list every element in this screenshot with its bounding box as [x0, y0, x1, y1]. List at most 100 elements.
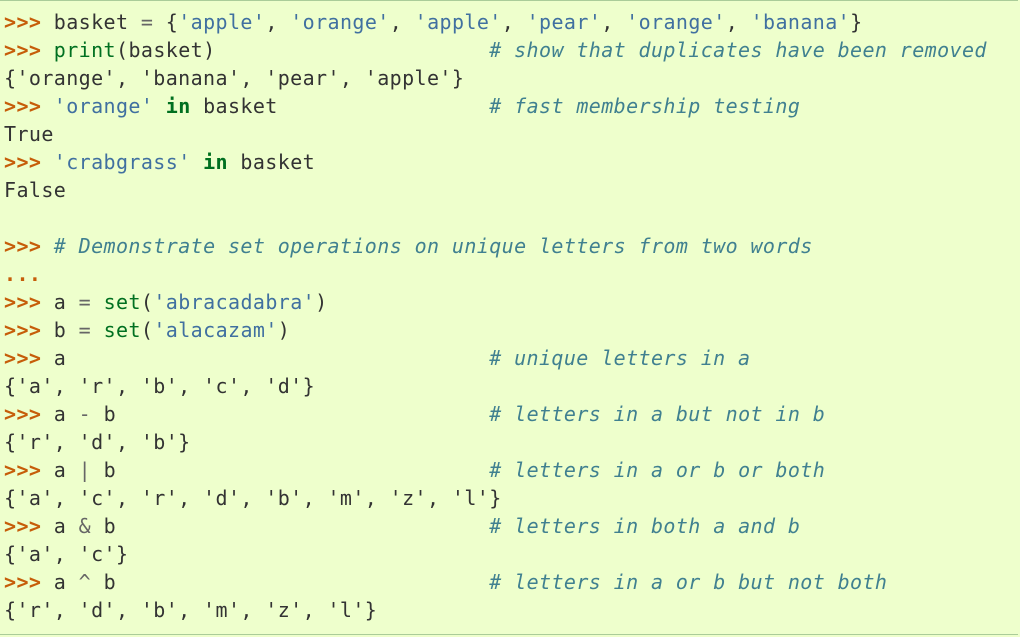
- input-line: >>> b = set('alacazam'): [4, 316, 1018, 344]
- comment: # letters in a but not in b: [489, 402, 826, 426]
- code-text: ,: [601, 10, 627, 34]
- input-line: >>> 'crabgrass' in basket: [4, 148, 1018, 176]
- keyword: in: [165, 94, 191, 118]
- code-text: a: [53, 346, 490, 370]
- comment: # fast membership testing: [489, 94, 801, 118]
- input-line: >>> a & b # letters in both a and b: [4, 512, 1018, 540]
- code-text: b: [91, 458, 490, 482]
- code-text: ): [277, 318, 291, 342]
- output-text: {'orange', 'banana', 'pear', 'apple'}: [4, 66, 465, 90]
- string-literal: 'banana': [750, 10, 851, 34]
- code-text: b: [53, 318, 79, 342]
- prompt-marker: >>>: [4, 514, 42, 538]
- code-text: b: [91, 514, 490, 538]
- prompt-marker: >>>: [4, 234, 42, 258]
- comment: # letters in a or b or both: [489, 458, 826, 482]
- code-text: a: [53, 514, 79, 538]
- output-text: {'r', 'd', 'b', 'm', 'z', 'l'}: [4, 598, 378, 622]
- output-text: {'a', 'c'}: [4, 542, 129, 566]
- string-literal: 'apple': [178, 10, 266, 34]
- code-text: b: [91, 570, 490, 594]
- code-text: ,: [265, 10, 291, 34]
- string-literal: 'orange': [626, 10, 726, 34]
- code-text: b: [91, 402, 490, 426]
- prompt-marker: >>>: [4, 458, 42, 482]
- string-literal: 'alacazam': [153, 318, 278, 342]
- code-text: (basket): [116, 38, 490, 62]
- string-literal: 'apple': [414, 10, 502, 34]
- code-text: }: [850, 10, 863, 34]
- input-line: >>> a = set('abracadabra'): [4, 288, 1018, 316]
- code-text: ,: [501, 10, 527, 34]
- output-text: {'r', 'd', 'b'}: [4, 430, 191, 454]
- code-text: (: [140, 318, 154, 342]
- output-line: {'a', 'c'}: [4, 540, 1018, 568]
- output-line: {'a', 'c', 'r', 'd', 'b', 'm', 'z', 'l'}: [4, 484, 1018, 512]
- operator: |: [78, 458, 92, 482]
- operator: ^: [78, 570, 92, 594]
- continuation-line: ...: [4, 260, 1018, 288]
- prompt-marker: >>>: [4, 290, 42, 314]
- code-text: a: [53, 402, 79, 426]
- input-line: >>> a - b # letters in a but not in b: [4, 400, 1018, 428]
- prompt-marker: >>>: [4, 10, 42, 34]
- string-literal: 'orange': [290, 10, 390, 34]
- string-literal: 'orange': [53, 94, 154, 118]
- code-text: (: [140, 290, 154, 314]
- output-text: {'a', 'c', 'r', 'd', 'b', 'm', 'z', 'l'}: [4, 486, 502, 510]
- prompt-marker: >>>: [4, 38, 42, 62]
- prompt-marker: >>>: [4, 402, 42, 426]
- code-text: ): [315, 290, 328, 314]
- input-line: >>> a | b # letters in a or b or both: [4, 456, 1018, 484]
- code-text: ,: [725, 10, 751, 34]
- code-text: {: [153, 10, 179, 34]
- string-literal: 'pear': [526, 10, 602, 34]
- output-line: {'r', 'd', 'b'}: [4, 428, 1018, 456]
- input-line: >>> a # unique letters in a: [4, 344, 1018, 372]
- input-line: >>> 'orange' in basket # fast membership…: [4, 92, 1018, 120]
- operator: -: [78, 402, 92, 426]
- output-text: {'a', 'r', 'b', 'c', 'd'}: [4, 374, 316, 398]
- output-line: False: [4, 176, 1018, 204]
- comment: # unique letters in a: [489, 346, 751, 370]
- builtin-name: print: [53, 38, 116, 62]
- prompt-marker: >>>: [4, 318, 42, 342]
- string-literal: 'crabgrass': [53, 150, 191, 174]
- code-block: >>> basket = {'apple', 'orange', 'apple'…: [0, 0, 1018, 635]
- output-line: True: [4, 120, 1018, 148]
- operator: =: [78, 290, 92, 314]
- code-text: basket: [53, 10, 141, 34]
- prompt-marker: >>>: [4, 570, 42, 594]
- code-text: a: [53, 290, 79, 314]
- builtin-name: set: [103, 318, 141, 342]
- code-text: a: [53, 458, 79, 482]
- builtin-name: set: [103, 290, 141, 314]
- comment: # letters in both a and b: [489, 514, 801, 538]
- continuation-marker: ...: [4, 262, 42, 286]
- input-line: >>> basket = {'apple', 'orange', 'apple'…: [4, 8, 1018, 36]
- input-line: >>> print(basket) # show that duplicates…: [4, 36, 1018, 64]
- output-line: {'orange', 'banana', 'pear', 'apple'}: [4, 64, 1018, 92]
- prompt-marker: >>>: [4, 150, 42, 174]
- comment: # show that duplicates have been removed: [489, 38, 987, 62]
- keyword: in: [203, 150, 228, 174]
- input-line: >>> a ^ b # letters in a or b but not bo…: [4, 568, 1018, 596]
- code-text: a: [53, 570, 79, 594]
- string-literal: 'abracadabra': [153, 290, 316, 314]
- prompt-marker: >>>: [4, 346, 42, 370]
- output-line: {'r', 'd', 'b', 'm', 'z', 'l'}: [4, 596, 1018, 624]
- prompt-marker: >>>: [4, 94, 42, 118]
- input-line: >>> # Demonstrate set operations on uniq…: [4, 232, 1018, 260]
- operator: =: [140, 10, 154, 34]
- code-text: basket: [227, 150, 316, 174]
- code-text: basket: [190, 94, 490, 118]
- python-interactive-session: >>> basket = {'apple', 'orange', 'apple'…: [0, 1, 1018, 624]
- comment: # letters in a or b but not both: [489, 570, 888, 594]
- comment: # Demonstrate set operations on unique l…: [53, 234, 813, 258]
- operator: =: [78, 318, 92, 342]
